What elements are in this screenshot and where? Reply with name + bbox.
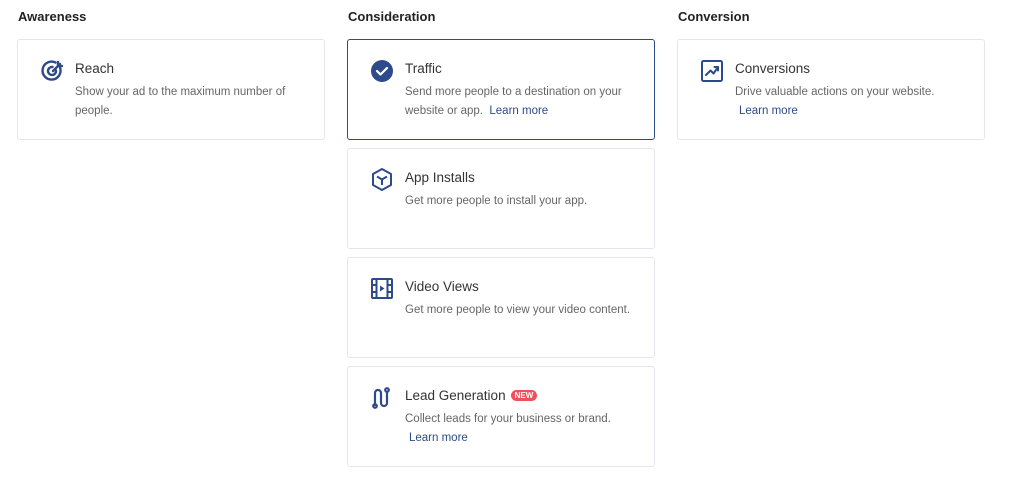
card-description: Get more people to view your video conte…: [405, 304, 631, 316]
learn-more-link[interactable]: Learn more: [489, 105, 548, 117]
card-title: Lead Generation NEW: [405, 388, 538, 403]
trend-chart-icon: [701, 60, 723, 82]
column-heading: Conversion: [678, 9, 750, 24]
card-title: Video Views: [405, 279, 479, 294]
description-text: Drive valuable actions on your website.: [735, 86, 935, 98]
card-description: Collect leads for your business or brand…: [405, 410, 635, 448]
card-description: Show your ad to the maximum number of pe…: [75, 86, 286, 117]
card-title: App Installs: [405, 170, 475, 185]
card-description: Send more people to a destination on you…: [405, 83, 635, 121]
card-description: Get more people to install your app.: [405, 195, 588, 207]
objective-card-traffic[interactable]: Traffic Send more people to a destinatio…: [347, 39, 655, 140]
learn-more-link[interactable]: Learn more: [739, 105, 798, 117]
card-title: Conversions: [735, 61, 811, 76]
title-text: Lead Generation: [405, 388, 506, 403]
objective-card-lead-generation[interactable]: Lead Generation NEW Collect leads for you…: [347, 366, 655, 467]
target-icon: [41, 60, 64, 81]
card-description: Drive valuable actions on your website. L…: [735, 83, 965, 121]
learn-more-link[interactable]: Learn more: [409, 432, 468, 444]
column-heading: Awareness: [18, 9, 87, 24]
new-badge: NEW: [510, 390, 538, 401]
cube-icon: [372, 168, 392, 191]
funnel-path-icon: [372, 387, 390, 409]
film-icon: [371, 278, 393, 299]
objective-card-conversions[interactable]: Conversions Drive valuable actions on yo…: [677, 39, 985, 140]
objective-card-reach[interactable]: Reach Show your ad to the maximum number…: [17, 39, 325, 140]
card-title: Traffic: [405, 61, 442, 76]
objective-card-video-views[interactable]: Video Views Get more people to view your…: [347, 257, 655, 358]
description-text: Collect leads for your business or brand…: [405, 413, 611, 425]
objective-card-app-installs[interactable]: App Installs Get more people to install …: [347, 148, 655, 249]
card-title: Reach: [75, 61, 115, 76]
column-heading: Consideration: [348, 9, 436, 24]
check-circle-icon: [371, 60, 393, 82]
